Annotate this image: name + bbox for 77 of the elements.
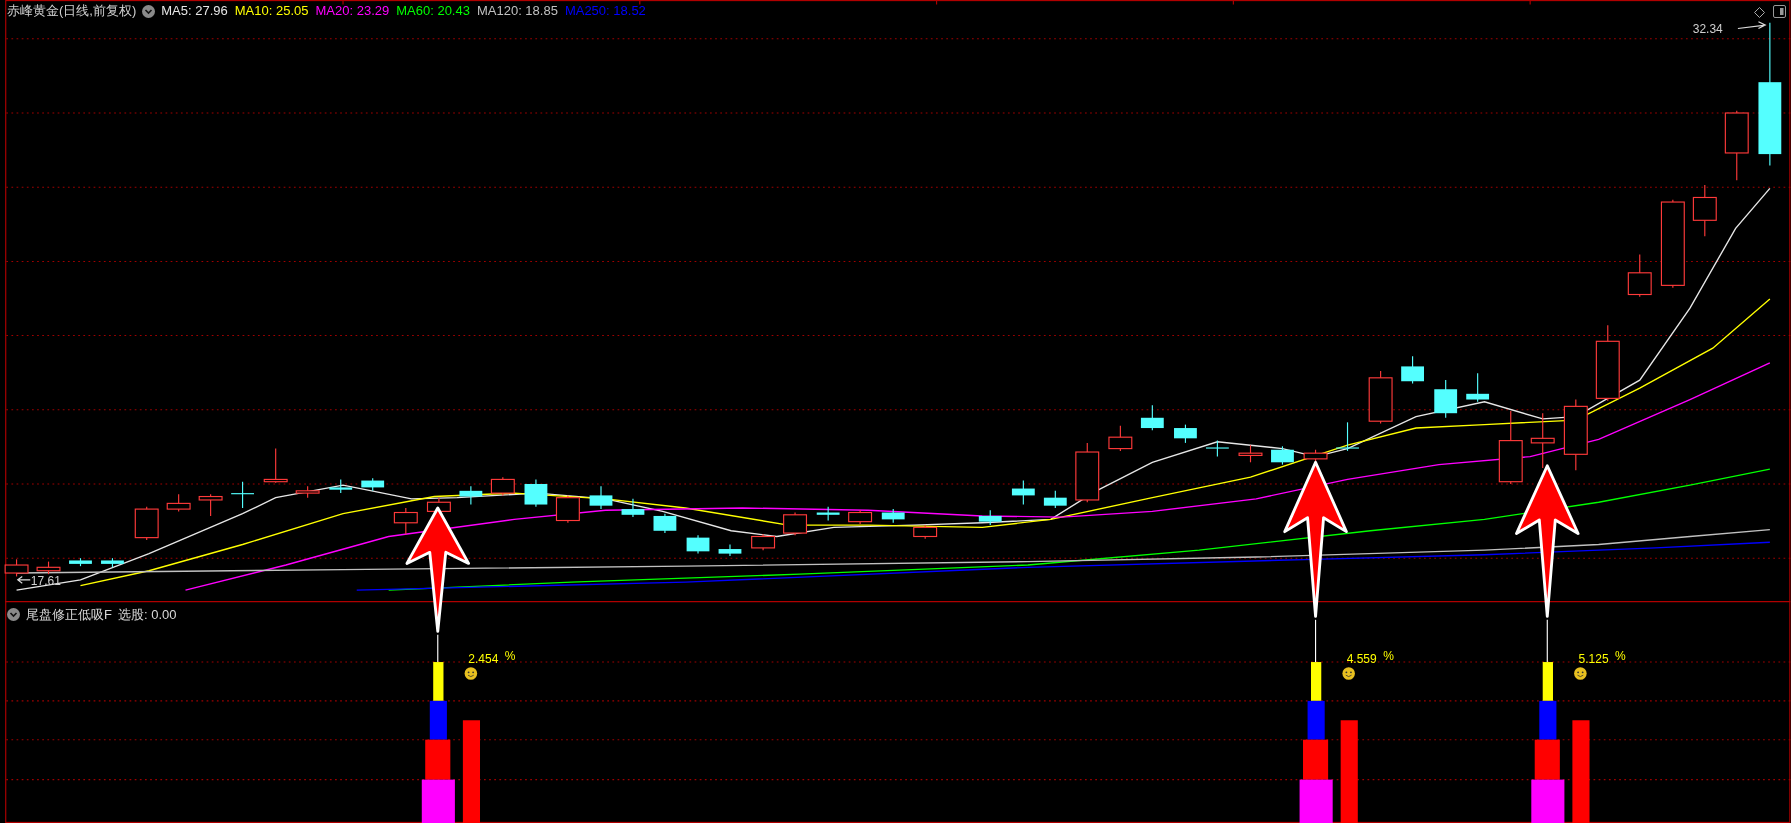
candlestick — [1401, 355, 1424, 385]
up-arrow-icon — [1515, 464, 1580, 618]
chart-title: 赤峰黄金(日线,前复权) — [7, 2, 137, 21]
moving-average-value: MA60: 20.43 — [396, 2, 470, 21]
candlestick — [1206, 440, 1229, 458]
diamond-icon[interactable] — [1754, 7, 1765, 18]
candlestick — [1174, 424, 1197, 444]
candlestick — [1692, 184, 1717, 237]
candlestick — [1627, 254, 1652, 298]
candlestick — [686, 534, 710, 555]
candlestick — [783, 511, 808, 536]
candlestick — [459, 485, 483, 506]
candlestick — [1434, 379, 1458, 419]
candlestick — [751, 533, 776, 551]
percent-value: 2.454 — [468, 653, 499, 666]
candlestick — [295, 485, 320, 499]
up-arrow-icon — [405, 506, 470, 633]
candlestick — [1303, 449, 1328, 462]
candlestick — [816, 506, 840, 522]
candlestick — [198, 493, 223, 517]
smiley-icon — [464, 667, 478, 680]
low-price-arrow-icon — [16, 575, 31, 584]
moving-average-value: MA10: 25.05 — [234, 2, 309, 21]
candlestick — [1238, 444, 1263, 463]
candlestick — [1271, 445, 1294, 466]
candlestick — [1724, 110, 1749, 181]
smiley-icon — [1342, 667, 1355, 680]
candlestick — [848, 509, 873, 525]
candlestick — [1368, 370, 1393, 425]
candlestick — [69, 557, 92, 567]
low-price-label: 17.61 — [30, 574, 61, 587]
candlestick — [166, 493, 191, 512]
percent-value: 4.559 — [1346, 653, 1377, 666]
candlestick — [524, 478, 548, 508]
moving-average-value: MA20: 23.29 — [315, 2, 390, 21]
candlestick — [490, 476, 515, 496]
panel-toggle-icon[interactable] — [1773, 5, 1786, 18]
candlestick — [361, 477, 385, 492]
candlestick — [913, 524, 938, 540]
candlestick — [555, 494, 580, 524]
candlestick — [881, 508, 905, 524]
candlestick — [134, 506, 159, 541]
candlestick — [1043, 490, 1067, 509]
high-price-arrow-icon — [1737, 21, 1767, 30]
candlestick — [1140, 404, 1164, 431]
collapse-chevron-icon[interactable] — [7, 608, 20, 622]
candlestick — [101, 557, 124, 568]
candlestick — [1530, 412, 1555, 469]
candlestick — [653, 513, 677, 534]
up-arrow-icon — [1283, 460, 1348, 618]
percent-sign: % — [504, 649, 516, 662]
candlestick — [4, 558, 29, 577]
percent-value: 5.125 — [1578, 653, 1609, 666]
candlestick — [231, 481, 254, 509]
moving-average-value: MA5: 27.96 — [161, 2, 228, 21]
percent-sign: % — [1383, 649, 1394, 662]
high-price-label: 32.34 — [1692, 22, 1723, 35]
candlestick — [589, 485, 613, 510]
smiley-icon — [1574, 667, 1587, 680]
candlestick — [621, 498, 645, 518]
collapse-chevron-icon[interactable] — [142, 4, 156, 18]
percent-sign: % — [1615, 649, 1626, 662]
moving-average-value: MA250: 18.52 — [564, 2, 646, 21]
candlestick — [1075, 442, 1100, 503]
candlestick — [393, 507, 418, 535]
candlestick — [1011, 480, 1035, 506]
moving-average-value: MA120: 18.85 — [476, 2, 558, 21]
candlestick — [718, 543, 742, 557]
candlestick — [1108, 425, 1133, 452]
candlestick — [1466, 372, 1490, 403]
candlestick — [36, 561, 61, 575]
candlestick — [263, 448, 288, 484]
candlestick — [1336, 421, 1359, 452]
indicator-reading: 选股: 0.00 — [117, 606, 177, 624]
candlestick — [329, 478, 353, 494]
candlestick — [978, 509, 1002, 526]
indicator-name: 尾盘修正低吸F — [26, 606, 112, 624]
